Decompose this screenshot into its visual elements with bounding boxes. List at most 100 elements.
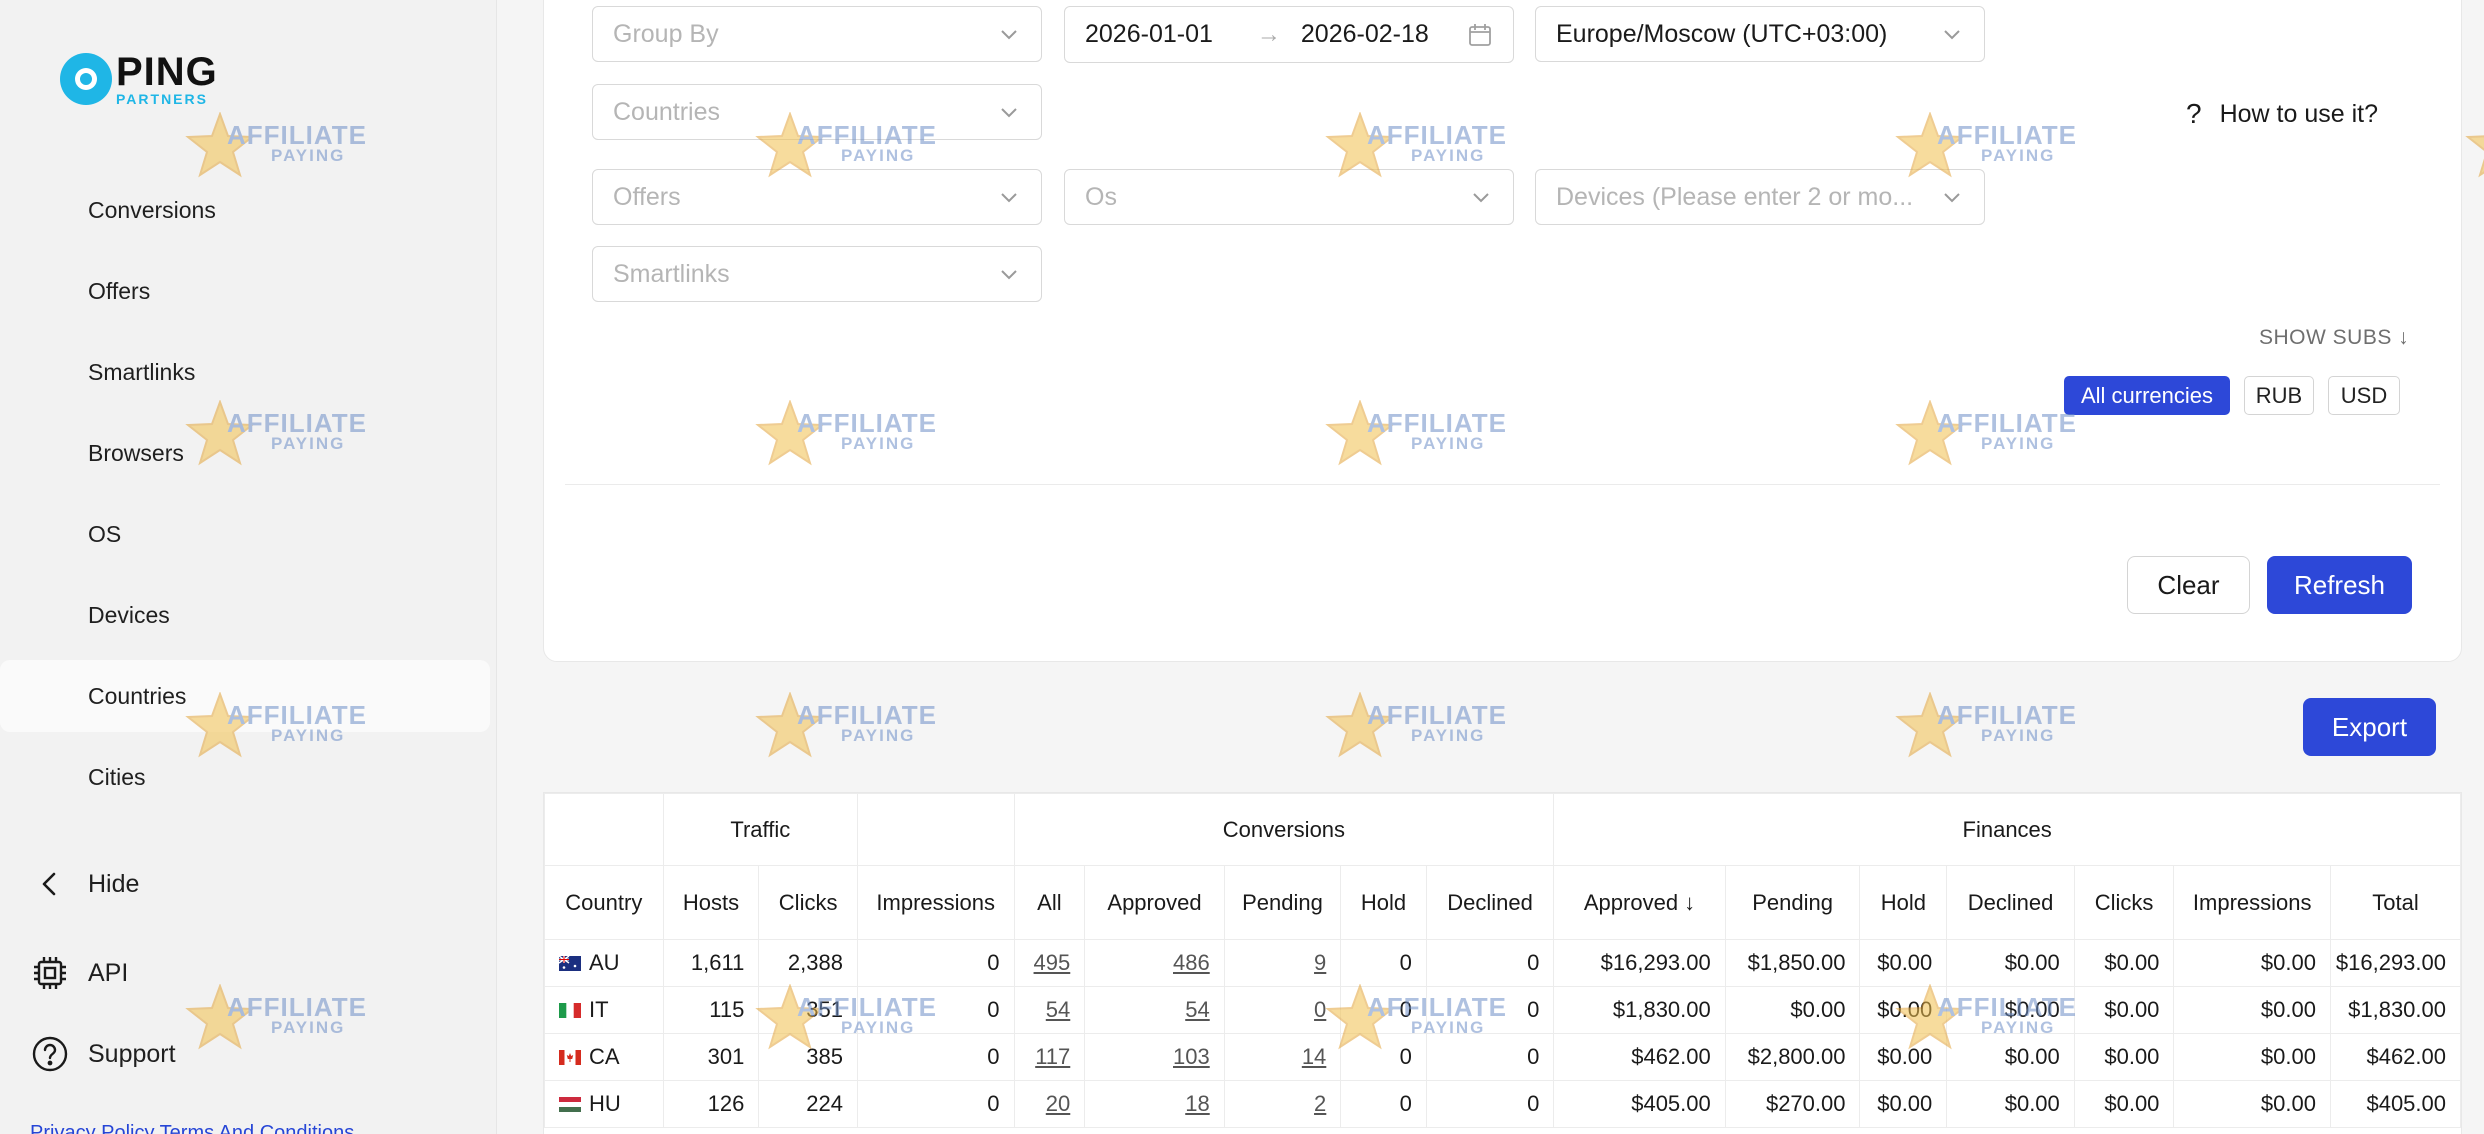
currency-all-button[interactable]: All currencies [2064,376,2230,415]
column-header[interactable]: Impressions [2173,865,2331,940]
smartlinks-select[interactable]: Smartlinks [592,246,1042,302]
hide-label: Hide [88,869,140,898]
watermark-line2: PAYING [841,726,916,745]
conversion-count-link[interactable]: 103 [1173,1044,1210,1069]
sidebar: PING PARTNERS Conversions Offers Smartli… [0,0,497,1134]
stats-table-container: Traffic Conversions Finances Country Host… [543,792,2462,1134]
offers-select[interactable]: Offers [592,169,1042,225]
how-to-use-link[interactable]: ? How to use it? [2186,98,2378,130]
sidebar-item-label: Devices [88,601,170,628]
column-header[interactable]: Pending [1223,865,1342,940]
column-header[interactable]: Pending [1724,865,1861,940]
column-header[interactable]: Hold [1859,865,1948,940]
table-cell: 0 [1340,1080,1427,1128]
column-header[interactable]: Hosts [662,865,760,940]
table-cell: $1,830.00 [1553,986,1726,1034]
support-link[interactable]: Support [30,1034,176,1074]
column-header[interactable]: Clicks [2073,865,2175,940]
column-header[interactable]: Clicks [758,865,858,940]
table-cell: $0.00 [2173,1033,2331,1081]
refresh-button[interactable]: Refresh [2267,556,2412,614]
group-header-empty [544,793,664,866]
os-select[interactable]: Os [1064,169,1514,225]
countries-select[interactable]: Countries [592,84,1042,140]
sidebar-item-label: OS [88,520,122,547]
currency-usd-button[interactable]: USD [2328,376,2400,415]
sidebar-item-offers[interactable]: Offers [0,255,490,327]
country-code: HU [589,1091,621,1116]
table-cell: 0 [856,1033,1015,1081]
column-header[interactable]: Total [2329,865,2461,940]
timezone-select[interactable]: Europe/Moscow (UTC+03:00) [1535,6,1985,62]
conversion-count-link[interactable]: 20 [1046,1091,1070,1116]
column-header[interactable]: Declined [1425,865,1555,940]
column-header[interactable]: Declined [1946,865,2075,940]
table-cell: $405.00 [2329,1080,2461,1128]
column-header[interactable]: Approved [1084,865,1225,940]
table-cell: 9 [1223,939,1342,987]
sidebar-item-label: Cities [88,763,146,790]
sidebar-item-label: Offers [88,277,151,304]
conversion-count-link[interactable]: 486 [1173,950,1210,975]
conversion-count-link[interactable]: 18 [1185,1091,1209,1116]
sidebar-item-os[interactable]: OS [0,498,490,570]
conversion-count-link[interactable]: 0 [1314,997,1326,1022]
date-to[interactable]: 2026-02-18 [1301,20,1429,49]
table-cell: 0 [1223,986,1342,1034]
column-header[interactable]: Impressions [856,865,1015,940]
conversion-count-link[interactable]: 54 [1185,997,1209,1022]
table-cell: $2,800.00 [1724,1033,1861,1081]
table-cell: 117 [1013,1033,1086,1081]
show-subs-toggle[interactable]: SHOW SUBS ↓ [2259,326,2409,350]
api-link[interactable]: API [30,953,128,993]
sidebar-item-countries[interactable]: Countries [0,660,490,732]
conversion-count-link[interactable]: 495 [1034,950,1071,975]
star-icon [2465,135,2484,178]
conversion-count-link[interactable]: 54 [1046,997,1070,1022]
column-header[interactable]: Hold [1340,865,1427,940]
table-cell: 103 [1084,1033,1225,1081]
currency-rub-button[interactable]: RUB [2244,376,2314,415]
table-row: HU 126 224 0 20 18 2 0 0 $405.00 $270.00 $0.00 $0.00… [544,1080,2461,1128]
group-by-placeholder: Group By [613,19,719,48]
clear-button[interactable]: Clear [2127,556,2250,614]
hide-sidebar-button[interactable]: Hide [30,864,139,904]
conversion-count-link[interactable]: 2 [1314,1091,1326,1116]
table-cell: 0 [1340,1033,1427,1081]
conversion-count-link[interactable]: 117 [1035,1044,1070,1069]
conversion-count-link[interactable]: 9 [1314,950,1326,975]
footer-links[interactable]: Privacy Policy Terms And Conditions [30,1122,354,1134]
sortable-header-approved[interactable]: Approved ↓ [1553,865,1726,940]
watermark-line1: AFFILIATE [1367,700,1507,730]
table-cell: $0.00 [1859,1080,1948,1128]
date-range-picker[interactable]: 2026-01-01 → 2026-02-18 [1064,6,1514,63]
column-header[interactable]: All [1013,865,1086,940]
table-row: AU 1,611 2,388 0 495 486 9 0 0 $16,293.00 $1,850.0… [544,939,2461,987]
column-header[interactable]: Country [544,865,664,940]
sidebar-item-browsers[interactable]: Browsers [0,417,490,489]
watermark-line1: AFFILIATE [1937,700,2077,730]
sidebar-item-conversions[interactable]: Conversions [0,174,490,246]
brand-logo[interactable]: PING PARTNERS [60,52,218,106]
sidebar-item-cities[interactable]: Cities [0,741,490,813]
help-circle-icon [30,1034,70,1074]
sidebar-item-devices[interactable]: Devices [0,579,490,651]
conversion-count-link[interactable]: 14 [1302,1044,1326,1069]
country-cell: IT [544,986,664,1034]
chip-icon [30,953,70,993]
table-cell: 2,388 [758,939,858,987]
devices-select[interactable]: Devices (Please enter 2 or mo... [1535,169,1985,225]
export-button[interactable]: Export [2303,698,2436,756]
table-cell: $0.00 [1724,986,1861,1034]
sidebar-item-smartlinks[interactable]: Smartlinks [0,336,490,408]
question-icon: ? [2186,98,2202,129]
table-cell: $405.00 [1553,1080,1726,1128]
table-cell: $16,293.00 [1553,939,1726,987]
sidebar-item-label: Conversions [88,196,216,223]
table-cell: $0.00 [2073,1080,2175,1128]
smartlinks-placeholder: Smartlinks [613,259,730,288]
watermark: AFFILIATE PAYING [755,692,955,758]
date-from[interactable]: 2026-01-01 [1085,20,1213,49]
group-by-select[interactable]: Group By [592,6,1042,62]
chevron-down-icon [1001,30,1017,40]
